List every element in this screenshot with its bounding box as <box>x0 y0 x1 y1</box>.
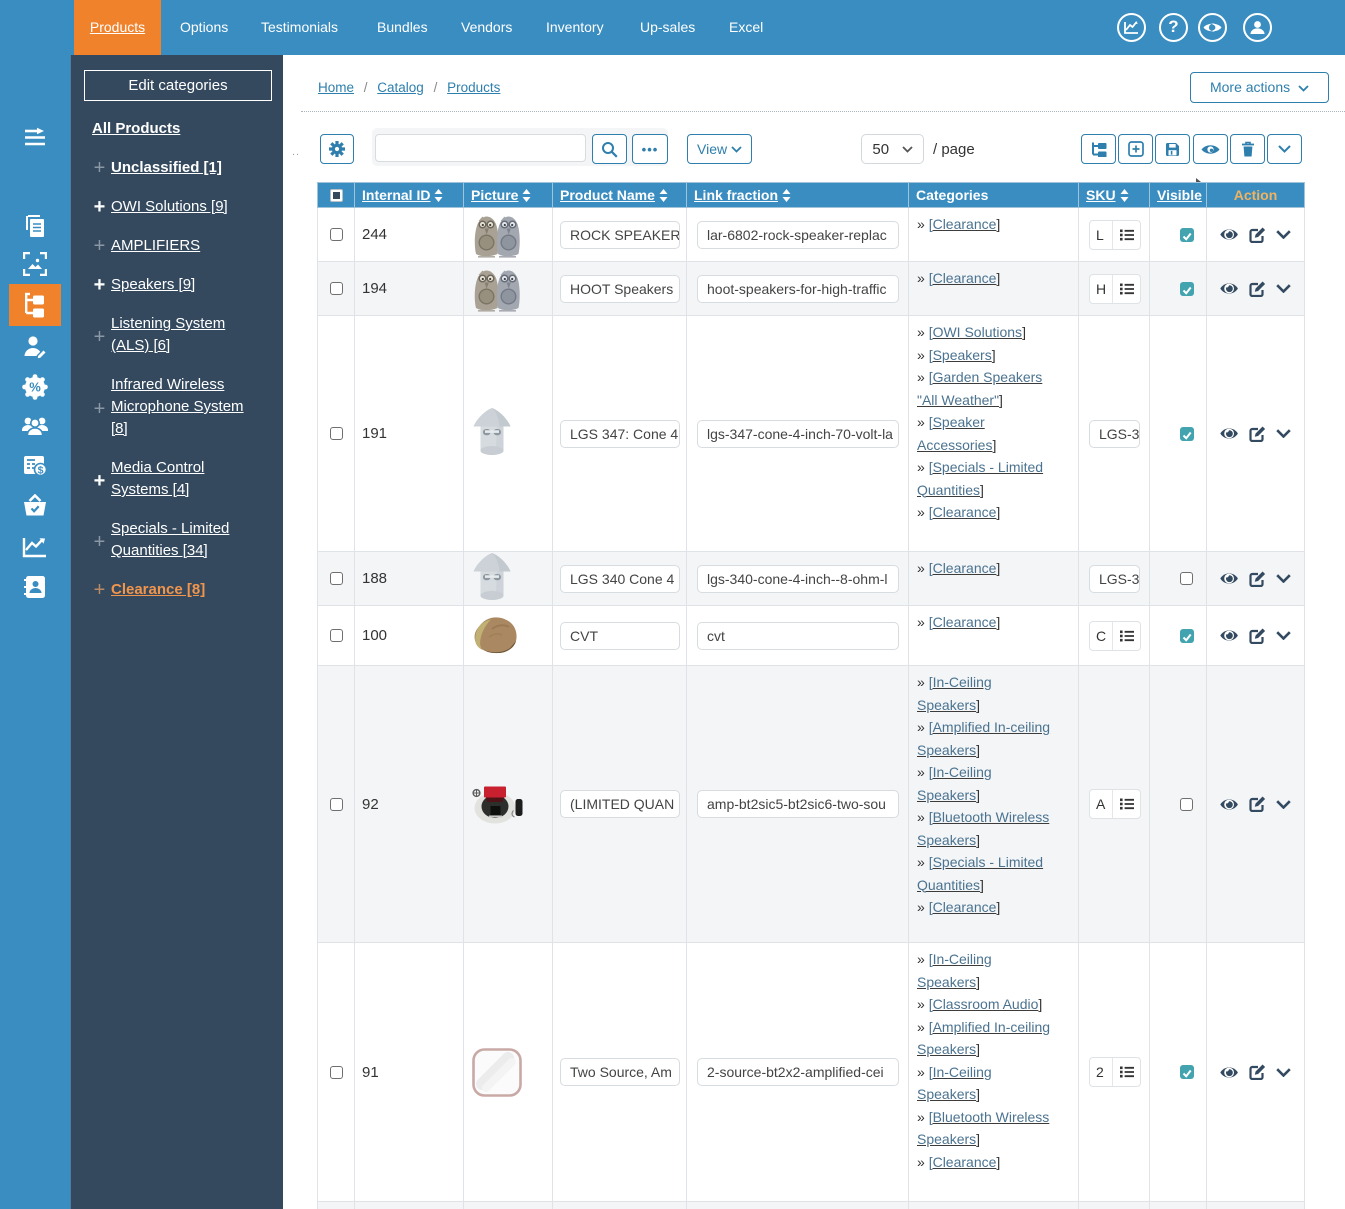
svg-text:$: $ <box>37 465 43 477</box>
svg-text:%: % <box>29 380 41 395</box>
